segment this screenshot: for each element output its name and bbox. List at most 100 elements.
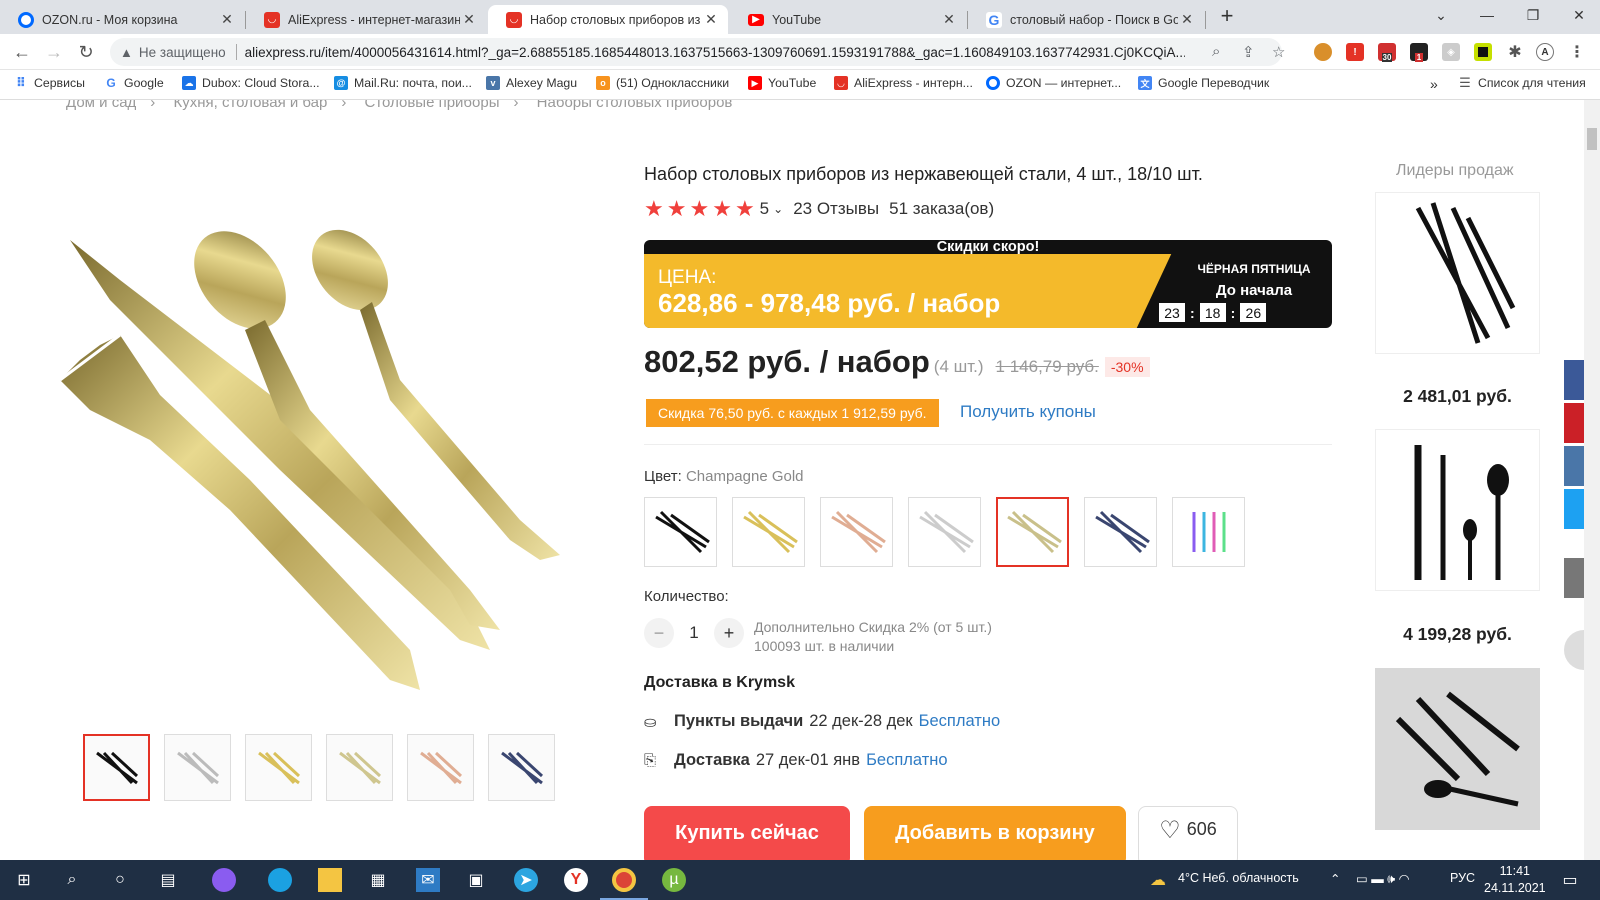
thumbnail-gold[interactable] xyxy=(245,734,312,801)
avatar[interactable]: A xyxy=(1536,43,1554,61)
chevron-down-icon[interactable]: ⌄ xyxy=(773,202,783,216)
extension-badge-icon[interactable]: 1 xyxy=(1410,43,1428,62)
edge-icon[interactable] xyxy=(268,868,292,892)
page-scrollbar[interactable] xyxy=(1584,100,1600,860)
breadcrumb-item[interactable]: Столовые приборы xyxy=(365,100,500,111)
bookmark-apps[interactable]: ⠿ Сервисы xyxy=(14,75,85,90)
bestseller-item[interactable] xyxy=(1375,429,1540,591)
bestseller-item[interactable] xyxy=(1375,668,1540,830)
bookmark-google[interactable]: G Google xyxy=(104,76,163,90)
rating-value[interactable]: 5 xyxy=(760,199,769,219)
get-coupons-link[interactable]: Получить купоны xyxy=(960,402,1096,422)
bookmark-vk[interactable]: v Alexey Magu xyxy=(486,76,577,90)
url-text[interactable]: aliexpress.ru/item/4000056431614.html?_g… xyxy=(245,45,1185,60)
breadcrumb-item[interactable]: Кухня, столовая и бар xyxy=(173,100,327,111)
thumbnail-black[interactable] xyxy=(83,734,150,801)
tab-youtube[interactable]: ▶ YouTube ✕ xyxy=(730,5,966,34)
language-indicator[interactable]: РУС xyxy=(1450,871,1475,885)
bookmarks-overflow[interactable]: » xyxy=(1430,76,1438,92)
qty-plus-button[interactable]: + xyxy=(714,618,744,648)
utorrent-icon[interactable]: µ xyxy=(662,868,686,892)
tab-search-icon[interactable]: ⌄ xyxy=(1418,0,1464,30)
task-view-icon[interactable]: ▤ xyxy=(156,868,180,892)
swatch-rainbow[interactable] xyxy=(1172,497,1245,567)
tab-google-search[interactable]: G столовый набор - Поиск в Goo ✕ xyxy=(968,5,1204,34)
qty-value[interactable]: 1 xyxy=(674,623,714,643)
bookmark-ozon[interactable]: OZON — интернет... xyxy=(986,76,1121,90)
address-bar[interactable]: ▲ Не защищено aliexpress.ru/item/4000056… xyxy=(110,38,1285,66)
extension-badge-icon[interactable]: 30 xyxy=(1378,43,1396,62)
tab-product[interactable]: ◡ Набор столовых приборов из н ✕ xyxy=(488,5,728,34)
add-to-cart-button[interactable]: Добавить в корзину xyxy=(864,806,1126,860)
extension-icon[interactable]: ! xyxy=(1346,43,1364,61)
thumbnail-silver[interactable] xyxy=(164,734,231,801)
share-icon[interactable]: ⇪ xyxy=(1242,43,1255,61)
tray-chevron-icon[interactable]: ⌃ xyxy=(1330,871,1340,886)
bookmark-translate[interactable]: 文 Google Переводчик xyxy=(1138,76,1269,90)
windows-start-icon[interactable]: ⊞ xyxy=(12,868,36,892)
extension-icon[interactable] xyxy=(1474,43,1492,61)
close-icon[interactable]: ✕ xyxy=(702,11,720,28)
close-icon[interactable]: ✕ xyxy=(940,11,958,28)
bookmark-youtube[interactable]: ▶ YouTube xyxy=(748,76,816,90)
swatch-gold[interactable] xyxy=(732,497,805,567)
qty-minus-button[interactable]: − xyxy=(644,618,674,648)
zoom-icon[interactable]: ⌕ xyxy=(1212,43,1220,60)
weather-text[interactable]: 4°C Неб. облачность xyxy=(1178,871,1299,885)
warning-icon[interactable]: ▲ xyxy=(120,45,133,60)
telegram-icon[interactable]: ➤ xyxy=(514,868,538,892)
breadcrumb-item[interactable]: Дом и сад xyxy=(66,100,136,111)
file-explorer-icon[interactable] xyxy=(318,868,342,892)
swatch-blue[interactable] xyxy=(1084,497,1157,567)
shield-icon[interactable]: ◈ xyxy=(1442,43,1460,61)
close-window-icon[interactable]: ✕ xyxy=(1556,0,1600,30)
tray-icons[interactable]: ▭ ▬ 🕪 ◠ xyxy=(1356,871,1410,887)
swatch-black[interactable] xyxy=(644,497,717,567)
maximize-icon[interactable]: ❐ xyxy=(1510,0,1556,30)
bestseller-item[interactable] xyxy=(1375,192,1540,354)
extension-icon[interactable] xyxy=(1314,43,1332,61)
swatch-champagne-gold[interactable] xyxy=(996,497,1069,567)
shipping-title[interactable]: Доставка в Krymsk xyxy=(644,674,795,692)
thumbnail-rose-gold[interactable] xyxy=(407,734,474,801)
forward-icon[interactable]: → xyxy=(42,40,66,64)
tab-ozon[interactable]: OZON.ru - Моя корзина ✕ xyxy=(0,5,244,34)
close-icon[interactable]: ✕ xyxy=(218,11,236,28)
alice-icon[interactable] xyxy=(212,868,236,892)
cortana-icon[interactable]: ○ xyxy=(108,868,132,892)
bookmark-dubox[interactable]: ☁ Dubox: Cloud Stora... xyxy=(182,76,320,90)
menu-icon[interactable]: ⋮ xyxy=(1568,43,1586,61)
bookmark-star-icon[interactable]: ☆ xyxy=(1272,43,1285,61)
security-label[interactable]: Не защищено xyxy=(139,45,226,60)
product-main-image[interactable] xyxy=(50,210,590,710)
swatch-silver[interactable] xyxy=(908,497,981,567)
reviews-link[interactable]: 23 Отзывы xyxy=(793,199,879,219)
clock[interactable]: 11:41 24.11.2021 xyxy=(1484,863,1546,897)
minimize-icon[interactable]: — xyxy=(1464,0,1510,30)
yandex-browser-icon[interactable]: Y xyxy=(564,868,588,892)
black-friday-banner[interactable]: Скидки скоро! ЦЕНА: 628,86 - 978,48 руб.… xyxy=(644,240,1332,328)
mail-icon[interactable]: ✉ xyxy=(416,868,440,892)
close-icon[interactable]: ✕ xyxy=(460,11,478,28)
weather-icon[interactable]: ☁ xyxy=(1146,868,1170,892)
thumbnail-blue[interactable] xyxy=(488,734,555,801)
puzzle-icon[interactable]: ✱ xyxy=(1506,43,1524,61)
chrome-icon[interactable] xyxy=(612,868,636,892)
swatch-rose-gold[interactable] xyxy=(820,497,893,567)
bookmark-odnoklassniki[interactable]: o (51) Одноклассники xyxy=(596,76,729,90)
breadcrumb-item[interactable]: Наборы столовых приборов xyxy=(537,100,733,111)
reload-icon[interactable]: ↻ xyxy=(74,40,98,64)
bookmark-aliexpress[interactable]: ◡ AliExpress - интерн... xyxy=(834,76,973,90)
new-tab-button[interactable]: + xyxy=(1215,3,1239,28)
buy-now-button[interactable]: Купить сейчас xyxy=(644,806,850,860)
tab-aliexpress[interactable]: ◡ AliExpress - интернет-магазин э ✕ xyxy=(246,5,486,34)
back-icon[interactable]: ← xyxy=(10,40,34,64)
wishlist-button[interactable]: ♡ 606 xyxy=(1138,806,1238,860)
thumbnail-champagne[interactable] xyxy=(326,734,393,801)
close-icon[interactable]: ✕ xyxy=(1178,11,1196,28)
store-icon[interactable]: ▦ xyxy=(366,868,390,892)
search-icon[interactable]: ⌕ xyxy=(60,868,84,892)
reading-list[interactable]: ☰ Список для чтения xyxy=(1458,75,1586,90)
app-icon[interactable]: ▣ xyxy=(464,868,488,892)
notifications-icon[interactable]: ▭ xyxy=(1558,868,1582,892)
